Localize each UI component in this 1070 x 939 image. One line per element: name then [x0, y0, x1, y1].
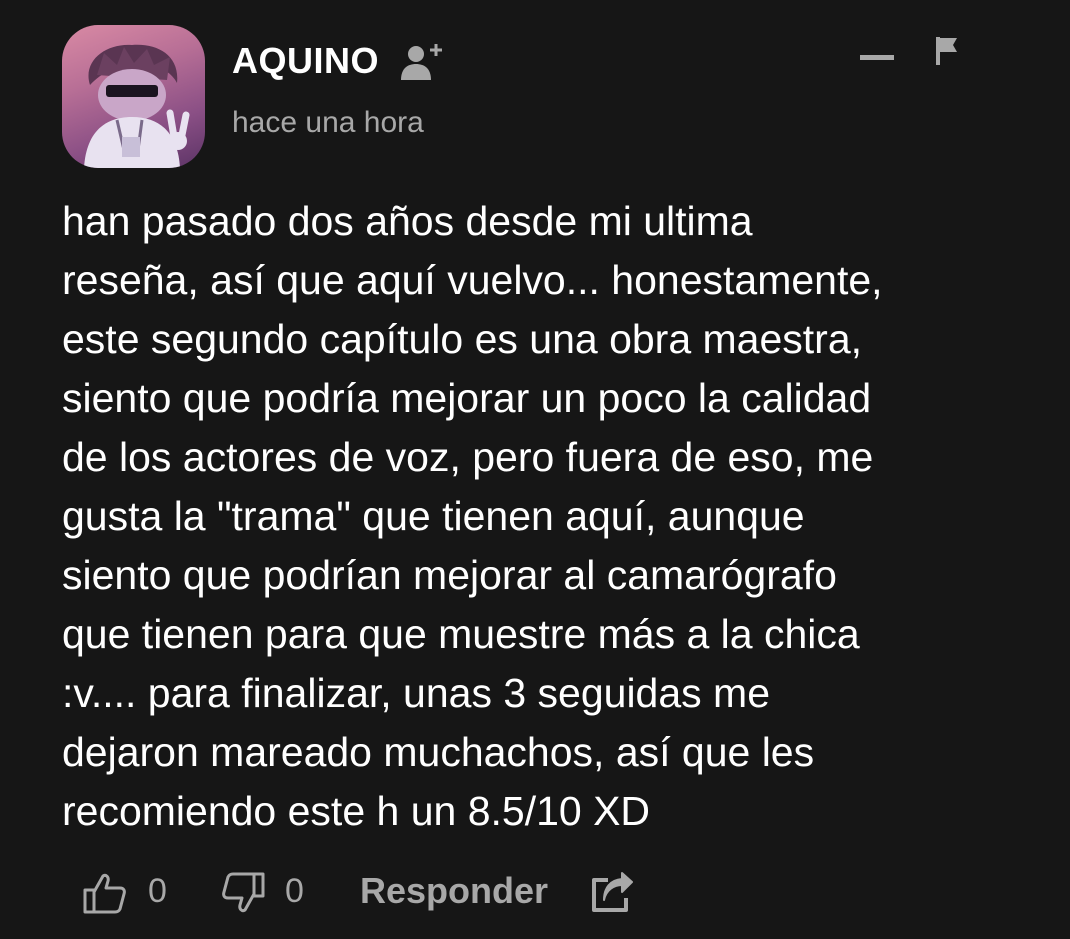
reply-button[interactable]: Responder — [360, 870, 548, 912]
share-icon[interactable] — [588, 870, 636, 916]
avatar-image — [84, 44, 190, 168]
comment-timestamp: hace una hora — [232, 106, 424, 139]
comment-body: han pasado dos años desde mi ultima rese… — [62, 198, 883, 834]
minus-icon[interactable] — [860, 50, 896, 64]
thumbs-up-icon[interactable] — [80, 868, 130, 918]
dislike-count: 0 — [285, 872, 304, 910]
thumbs-down-icon[interactable] — [218, 868, 268, 918]
add-user-icon[interactable] — [398, 40, 450, 84]
comment-actions: 0 0 Responder — [0, 862, 1070, 922]
flag-icon[interactable] — [933, 35, 963, 67]
author-name[interactable]: AQUINO — [232, 40, 379, 82]
avatar[interactable] — [62, 25, 205, 168]
like-count: 0 — [148, 872, 167, 910]
